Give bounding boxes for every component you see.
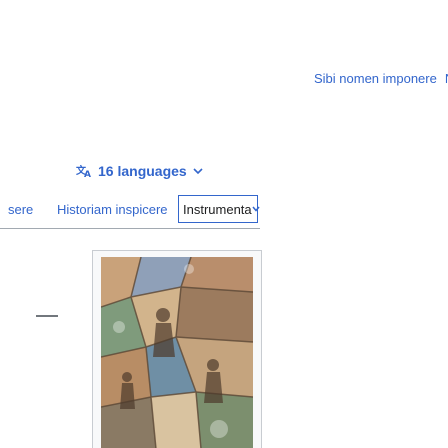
translate-icon: 文 A (76, 164, 92, 178)
illustration-image (101, 257, 253, 448)
languages-button[interactable]: 文 A 16 languages (76, 163, 203, 179)
tab-history[interactable]: Historiam inspicere (57, 202, 168, 217)
chevron-down-icon (193, 167, 203, 175)
sidebar-toggle[interactable] (36, 315, 58, 317)
page-tabs: sere Historiam inspicere Instrumenta (0, 188, 260, 229)
svg-text:A: A (84, 170, 91, 178)
chevron-down-icon (252, 205, 260, 213)
tab-edit[interactable]: sere (8, 202, 33, 217)
image-thumbnail[interactable] (92, 250, 262, 448)
create-account-link[interactable]: Sibi nomen imponere (314, 71, 437, 86)
personal-tools: Sibi nomen imponereNc (314, 71, 448, 86)
tools-dropdown-label: Instrumenta (183, 201, 252, 217)
page: Sibi nomen imponereNc 文 A 16 languages s… (0, 0, 448, 448)
tools-dropdown[interactable]: Instrumenta (178, 195, 260, 223)
languages-label: 16 languages (98, 163, 187, 179)
